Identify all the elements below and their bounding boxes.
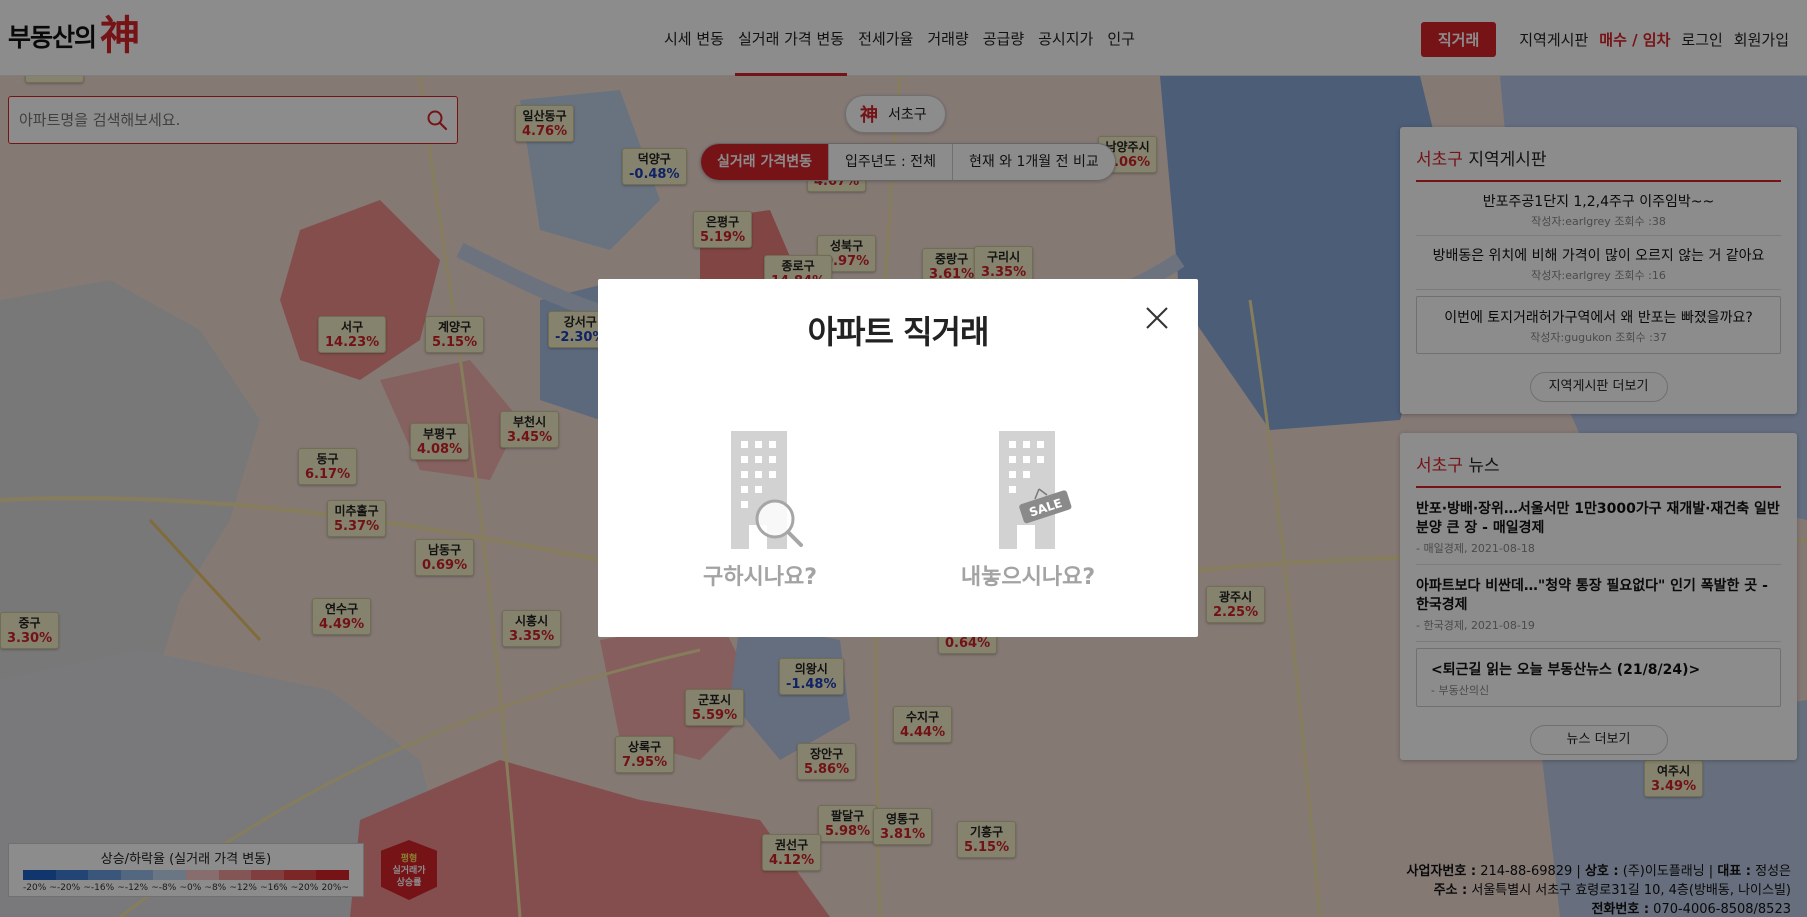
option-sell-button[interactable]: SALE 내놓으시나요? <box>928 429 1128 591</box>
modal-title: 아파트 직거래 <box>807 313 990 351</box>
option-sell-label: 내놓으시나요? <box>960 565 1096 590</box>
building-search-icon <box>731 431 803 549</box>
direct-trade-modal: 아파트 직거래 구하시나요? SALE 내놓으시나요? <box>598 279 1198 637</box>
option-buy-label: 구하시나요? <box>703 565 817 590</box>
building-sale-icon: SALE <box>999 431 1072 549</box>
option-buy-button[interactable]: 구하시나요? <box>660 429 860 591</box>
close-icon[interactable] <box>1144 305 1170 331</box>
